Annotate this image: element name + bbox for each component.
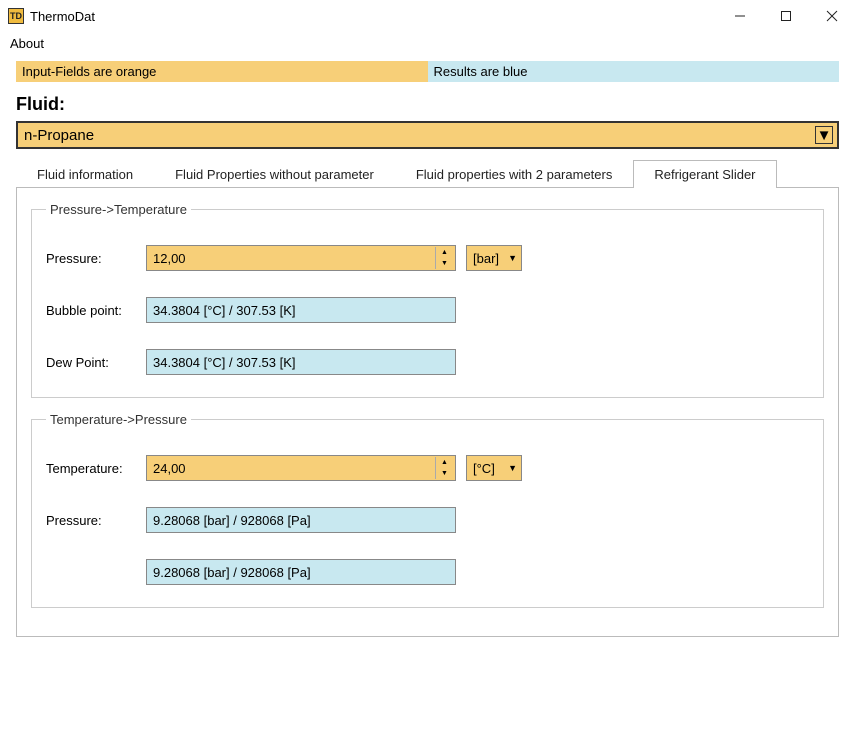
fluid-select-value: n-Propane: [24, 127, 815, 144]
pressure-unit-select[interactable]: [bar] ▼: [466, 245, 522, 271]
temperature-stepper[interactable]: ▲ ▼: [435, 457, 453, 479]
tab-refrigerant-slider[interactable]: Refrigerant Slider: [633, 160, 776, 188]
bubble-point-label: Bubble point:: [46, 303, 146, 318]
chevron-down-icon: ▼: [508, 253, 517, 263]
temperature-input[interactable]: 24,00 ▲ ▼: [146, 455, 456, 481]
stepper-down-icon[interactable]: ▼: [436, 258, 453, 269]
fluid-label: Fluid:: [16, 94, 839, 115]
bubble-point-result: 34.3804 [°C] / 307.53 [K]: [146, 297, 456, 323]
menu-about[interactable]: About: [10, 36, 44, 51]
pressure-input[interactable]: 12,00 ▲ ▼: [146, 245, 456, 271]
temperature-unit-select[interactable]: [°C] ▼: [466, 455, 522, 481]
close-button[interactable]: [809, 0, 855, 32]
stepper-up-icon[interactable]: ▲: [436, 247, 453, 258]
stepper-down-icon[interactable]: ▼: [436, 468, 453, 479]
pressure-label: Pressure:: [46, 251, 146, 266]
minimize-button[interactable]: [717, 0, 763, 32]
tab-properties-2-params[interactable]: Fluid properties with 2 parameters: [395, 160, 634, 188]
titlebar: TD ThermoDat: [0, 0, 855, 32]
pressure-value: 12,00: [153, 251, 435, 266]
group-temperature-to-pressure: Temperature->Pressure Temperature: 24,00…: [31, 412, 824, 608]
group-t2p-legend: Temperature->Pressure: [46, 412, 191, 427]
temperature-unit-value: [°C]: [473, 461, 508, 476]
tab-fluid-information[interactable]: Fluid information: [16, 160, 154, 188]
tab-content: Pressure->Temperature Pressure: 12,00 ▲ …: [16, 188, 839, 637]
dew-point-label: Dew Point:: [46, 355, 146, 370]
tab-bar: Fluid information Fluid Properties witho…: [16, 159, 839, 188]
window-title: ThermoDat: [30, 9, 717, 24]
legend-row: Input-Fields are orange Results are blue: [16, 61, 839, 82]
app-icon: TD: [8, 8, 24, 24]
menubar: About: [0, 32, 855, 61]
group-p2t-legend: Pressure->Temperature: [46, 202, 191, 217]
pressure-result-1: 9.28068 [bar] / 928068 [Pa]: [146, 507, 456, 533]
pressure-stepper[interactable]: ▲ ▼: [435, 247, 453, 269]
pressure-result-2: 9.28068 [bar] / 928068 [Pa]: [146, 559, 456, 585]
group-pressure-to-temperature: Pressure->Temperature Pressure: 12,00 ▲ …: [31, 202, 824, 398]
pressure-result-label: Pressure:: [46, 513, 146, 528]
temperature-label: Temperature:: [46, 461, 146, 476]
chevron-down-icon: ▼: [508, 463, 517, 473]
temperature-value: 24,00: [153, 461, 435, 476]
fluid-select[interactable]: n-Propane ▼: [16, 121, 839, 149]
legend-input: Input-Fields are orange: [16, 61, 428, 82]
dropdown-arrow-icon: ▼: [815, 126, 833, 144]
stepper-up-icon[interactable]: ▲: [436, 457, 453, 468]
legend-result: Results are blue: [428, 61, 840, 82]
maximize-button[interactable]: [763, 0, 809, 32]
dew-point-result: 34.3804 [°C] / 307.53 [K]: [146, 349, 456, 375]
tab-properties-no-param[interactable]: Fluid Properties without parameter: [154, 160, 395, 188]
window-controls: [717, 0, 855, 32]
pressure-unit-value: [bar]: [473, 251, 508, 266]
